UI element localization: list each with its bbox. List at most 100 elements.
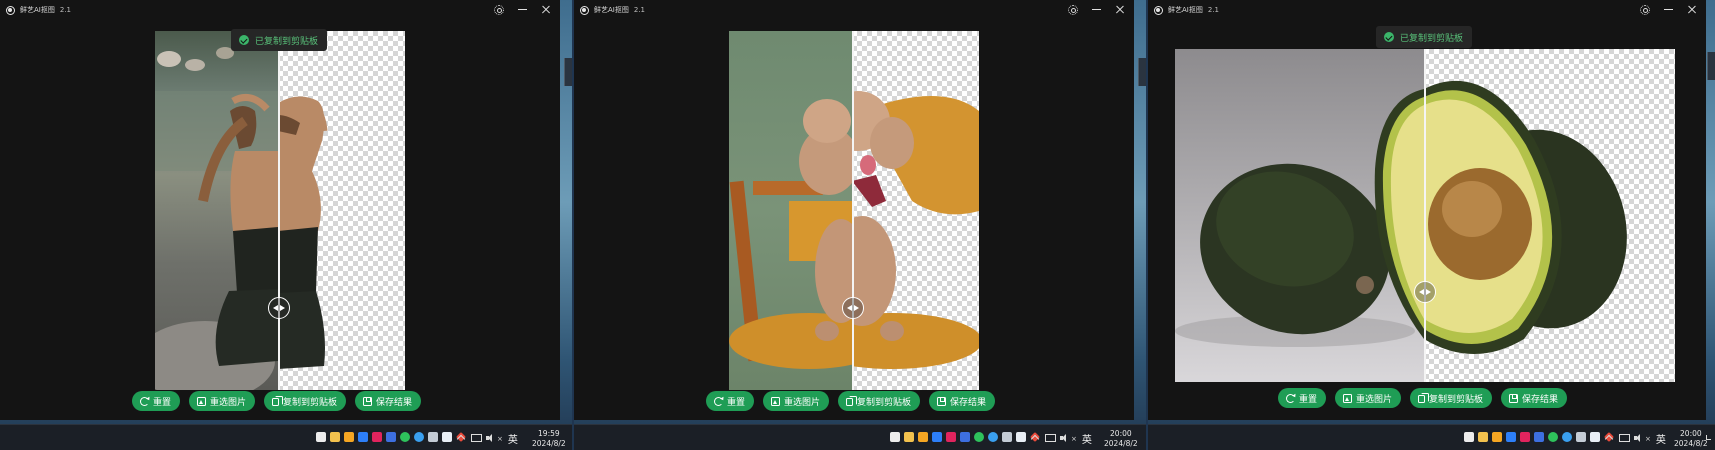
original-photo-avocado <box>1175 49 1424 382</box>
mute-mark-icon: × <box>1071 434 1077 443</box>
cutout-avocado <box>1424 80 1627 355</box>
wechat-icon[interactable] <box>1548 432 1558 442</box>
app-grey-icon[interactable] <box>1576 432 1586 442</box>
app-red-icon[interactable] <box>1520 432 1530 442</box>
folder-icon[interactable] <box>904 432 914 442</box>
clock-date: 2024/8/2 <box>532 439 566 448</box>
copy-to-clipboard-button[interactable]: 复制到剪贴板 <box>1410 388 1493 408</box>
copy-label: 复制到剪贴板 <box>857 397 912 408</box>
cloud-icon[interactable] <box>414 432 424 442</box>
save-result-button[interactable]: 保存结果 <box>355 391 422 411</box>
shield-icon[interactable] <box>344 432 354 442</box>
cutout-woman <box>278 96 328 369</box>
monitor-icon[interactable] <box>471 434 482 443</box>
reset-button[interactable]: 重置 <box>1278 388 1327 408</box>
app-version: 2.1 <box>59 6 71 14</box>
chevron-up-icon[interactable] <box>456 434 466 443</box>
side-dock-tab[interactable] <box>564 58 572 86</box>
app-blue-icon[interactable] <box>386 432 396 442</box>
reselect-image-button[interactable]: 重选图片 <box>189 391 256 411</box>
compare-divider[interactable] <box>1424 49 1426 382</box>
shield-icon[interactable] <box>1492 432 1502 442</box>
clock[interactable]: 20:00 2024/8/2 <box>1104 429 1138 449</box>
folder-icon[interactable] <box>330 432 340 442</box>
clock[interactable]: 20:00 2024/8/2 <box>1674 429 1708 449</box>
app-light-icon[interactable] <box>1016 432 1026 442</box>
cube-icon[interactable] <box>1506 432 1516 442</box>
chevron-up-icon[interactable] <box>1604 434 1614 443</box>
image-icon <box>197 396 207 406</box>
image-icon <box>1343 393 1353 403</box>
compare-divider[interactable] <box>852 31 854 390</box>
save-result-button[interactable]: 保存结果 <box>929 391 996 411</box>
ime-indicator[interactable]: 英 <box>508 431 518 446</box>
close-icon[interactable] <box>1686 3 1698 15</box>
wechat-icon[interactable] <box>400 432 410 442</box>
compare-canvas[interactable] <box>1175 49 1675 382</box>
minimize-icon[interactable] <box>1090 3 1102 15</box>
shield-icon[interactable] <box>918 432 928 442</box>
side-dock-tab[interactable] <box>1138 58 1146 86</box>
compare-canvas[interactable] <box>729 31 979 390</box>
tray-app-icon[interactable] <box>1464 432 1474 442</box>
app-light-icon[interactable] <box>1590 432 1600 442</box>
speaker-icon[interactable] <box>486 434 496 443</box>
slider-handle-icon[interactable] <box>842 297 864 319</box>
ime-indicator[interactable]: 英 <box>1656 431 1666 446</box>
monitor-icon[interactable] <box>1045 434 1056 443</box>
save-result-button[interactable]: 保存结果 <box>1501 388 1568 408</box>
wechat-icon[interactable] <box>974 432 984 442</box>
cloud-icon[interactable] <box>1562 432 1572 442</box>
tray-app-icon[interactable] <box>890 432 900 442</box>
cloud-icon[interactable] <box>988 432 998 442</box>
action-bar: 重置 重选图片 复制到剪贴板 保存结果 <box>132 391 422 411</box>
slider-handle-icon[interactable] <box>268 297 290 319</box>
copy-to-clipboard-button[interactable]: 复制到剪贴板 <box>838 391 921 411</box>
app-title: 鲜艺AI抠图 <box>594 6 629 14</box>
title-bar[interactable]: 鲜艺AI抠图 2.1 <box>574 0 1134 20</box>
close-icon[interactable] <box>540 3 552 15</box>
close-icon[interactable] <box>1114 3 1126 15</box>
slider-handle-icon[interactable] <box>1414 281 1436 303</box>
speaker-icon[interactable] <box>1060 434 1070 443</box>
side-dock-tab[interactable] <box>1707 52 1715 80</box>
app-grey-icon[interactable] <box>428 432 438 442</box>
reselect-image-button[interactable]: 重选图片 <box>1335 388 1402 408</box>
chevron-up-icon[interactable] <box>1030 434 1040 443</box>
app-logo-icon <box>1154 5 1163 15</box>
reset-button[interactable]: 重置 <box>706 391 755 411</box>
title-bar[interactable]: 鲜艺AI抠图 2.1 <box>0 0 560 20</box>
app-red-icon[interactable] <box>372 432 382 442</box>
compare-canvas[interactable] <box>155 31 405 390</box>
cube-icon[interactable] <box>932 432 942 442</box>
app-blue-icon[interactable] <box>1534 432 1544 442</box>
gear-icon[interactable] <box>492 3 504 15</box>
tray-app-icon[interactable] <box>316 432 326 442</box>
reselect-image-button[interactable]: 重选图片 <box>763 391 830 411</box>
app-light-icon[interactable] <box>442 432 452 442</box>
speaker-icon[interactable] <box>1634 434 1644 443</box>
app-red-icon[interactable] <box>946 432 956 442</box>
ime-indicator[interactable]: 英 <box>1082 431 1092 446</box>
check-circle-icon <box>239 35 249 45</box>
avocado-illustration <box>1175 89 1424 347</box>
compare-divider[interactable] <box>278 31 280 390</box>
minimize-icon[interactable] <box>1662 3 1674 15</box>
cube-icon[interactable] <box>358 432 368 442</box>
title-bar[interactable]: 鲜艺AI抠图 2.1 <box>1148 0 1706 20</box>
gear-icon[interactable] <box>1638 3 1650 15</box>
app-grey-icon[interactable] <box>1002 432 1012 442</box>
gear-icon[interactable] <box>1066 3 1078 15</box>
taskbar: × 英 19:59 2024/8/2 <box>0 424 572 450</box>
reset-button[interactable]: 重置 <box>132 391 181 411</box>
minimize-icon[interactable] <box>516 3 528 15</box>
app-logo-icon <box>6 5 15 15</box>
monitor-icon[interactable] <box>1619 434 1630 443</box>
clock[interactable]: 19:59 2024/8/2 <box>532 429 566 449</box>
copy-to-clipboard-button[interactable]: 复制到剪贴板 <box>264 391 347 411</box>
app-window-3: 鲜艺AI抠图 2.1 已复制到剪贴板 重置 重选图片 复制到剪贴板 保存结果 <box>1148 0 1706 420</box>
action-bar: 重置 重选图片 复制到剪贴板 保存结果 <box>1278 388 1568 408</box>
folder-icon[interactable] <box>1478 432 1488 442</box>
app-blue-icon[interactable] <box>960 432 970 442</box>
notification-icon[interactable] <box>1706 435 1711 440</box>
